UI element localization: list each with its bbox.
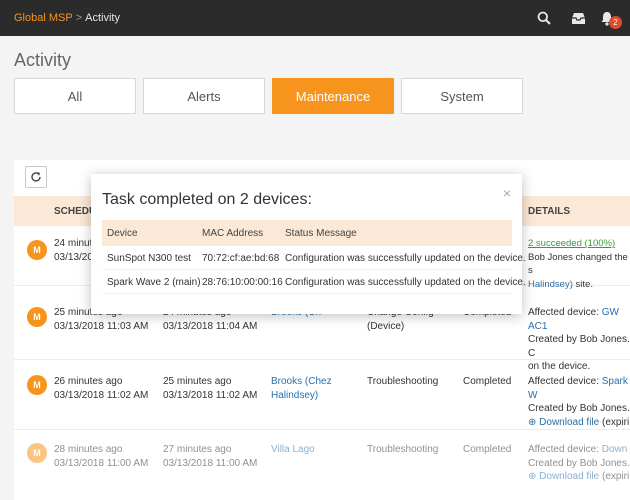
- inbox-icon[interactable]: [569, 9, 587, 27]
- details-created: Created by Bob Jones.: [528, 403, 630, 414]
- target-link[interactable]: Villa Lago: [271, 443, 315, 457]
- completed-relative: 25 minutes ago: [163, 376, 232, 387]
- mac-address: 70:72:cf:ae:bd:68: [202, 253, 280, 264]
- bell-icon[interactable]: 2: [598, 9, 622, 29]
- device-row: Spark Wave 2 (main) 28:76:10:00:00:16 Co…: [102, 270, 526, 294]
- details-label: Affected device:: [528, 307, 602, 318]
- task-result-modal: Task completed on 2 devices: × Device MA…: [91, 174, 526, 314]
- tab-all[interactable]: All: [14, 78, 136, 114]
- status: Completed: [463, 444, 512, 455]
- device-link[interactable]: SunSpot N300 test: [107, 253, 191, 264]
- status-message: Configuration was successfully updated o…: [285, 253, 526, 264]
- task-type: Troubleshooting: [367, 444, 439, 455]
- breadcrumb-current: Activity: [85, 12, 120, 24]
- column-details[interactable]: DETAILS: [528, 206, 570, 217]
- page-title: Activity: [14, 50, 72, 70]
- device-result-table: Device MAC Address Status Message SunSpo…: [102, 220, 526, 294]
- avatar: M: [27, 375, 47, 395]
- status-message: Configuration was successfully updated o…: [285, 277, 526, 288]
- search-icon[interactable]: [535, 9, 553, 27]
- device-link[interactable]: Spark Wave 2 (main): [107, 277, 201, 288]
- notification-badge: 2: [609, 16, 622, 29]
- tab-alerts[interactable]: Alerts: [143, 78, 265, 114]
- target-line: Halindsey): [271, 389, 319, 401]
- affected-device-link[interactable]: Down: [602, 444, 628, 455]
- scheduled-date: 03/13/2018 11:02 AM: [54, 389, 149, 401]
- avatar: M: [27, 240, 47, 260]
- breadcrumb: Global MSP > Activity: [14, 12, 120, 24]
- details-label: Affected device:: [528, 444, 602, 455]
- avatar: M: [27, 307, 47, 327]
- completed-date: 03/13/2018 11:04 AM: [163, 320, 258, 332]
- column-device: Device: [107, 228, 138, 239]
- tab-maintenance[interactable]: Maintenance: [272, 78, 394, 114]
- target-line: Brooks (Chez: [271, 376, 332, 387]
- mac-address: 28:76:10:00:00:16: [202, 277, 283, 288]
- status: Completed: [463, 376, 512, 387]
- scheduled-date: 03/13/2018 11:03 AM: [54, 320, 149, 332]
- scheduled-relative: 28 minutes ago: [54, 444, 123, 455]
- table-row[interactable]: M 26 minutes ago 03/13/2018 11:02 AM 25 …: [14, 360, 630, 430]
- details-text: Bob Jones changed the s: [528, 251, 628, 277]
- top-bar: Global MSP > Activity 2: [0, 0, 630, 36]
- details-created: Created by Bob Jones. C: [528, 334, 630, 359]
- completed-date: 03/13/2018 11:02 AM: [163, 389, 258, 401]
- refresh-icon: [31, 172, 41, 182]
- scheduled-relative: 26 minutes ago: [54, 376, 123, 387]
- download-file-link[interactable]: Download file: [539, 417, 599, 428]
- column-mac-address: MAC Address: [202, 228, 264, 239]
- breadcrumb-separator: >: [75, 12, 83, 24]
- details-created: Created by Bob Jones.: [528, 457, 630, 469]
- completed-relative: 27 minutes ago: [163, 444, 232, 455]
- scheduled-date: 03/13/2018 11:00 AM: [54, 457, 149, 469]
- column-scheduled[interactable]: SCHEDU: [54, 206, 96, 217]
- details-summary-link[interactable]: 2 succeeded (100%): [528, 237, 630, 251]
- tab-system[interactable]: System: [401, 78, 523, 114]
- download-icon: ⊕: [528, 471, 537, 482]
- task-subtype: (Device): [367, 320, 405, 332]
- refresh-button[interactable]: [25, 166, 47, 188]
- completed-date: 03/13/2018 11:00 AM: [163, 457, 258, 469]
- breadcrumb-root[interactable]: Global MSP: [14, 12, 73, 24]
- tab-bar: All Alerts Maintenance System: [14, 78, 530, 114]
- modal-title: Task completed on 2 devices:: [102, 191, 312, 208]
- target-link[interactable]: Brooks (Chez Halindsey): [271, 375, 332, 402]
- task-type: Troubleshooting: [367, 376, 439, 387]
- device-table-header: Device MAC Address Status Message: [102, 220, 512, 246]
- close-icon[interactable]: ×: [503, 185, 511, 201]
- details-expiry: (expiri: [599, 471, 630, 482]
- download-icon: ⊕: [528, 416, 537, 428]
- table-row[interactable]: M 28 minutes ago 03/13/2018 11:00 AM 27 …: [14, 430, 630, 500]
- details-expiry: (expiri: [599, 416, 630, 428]
- avatar: M: [27, 443, 47, 463]
- column-status-message: Status Message: [285, 228, 357, 239]
- device-row: SunSpot N300 test 70:72:cf:ae:bd:68 Conf…: [102, 246, 526, 270]
- details-label: Affected device:: [528, 376, 602, 387]
- download-file-link[interactable]: Download file: [539, 471, 599, 482]
